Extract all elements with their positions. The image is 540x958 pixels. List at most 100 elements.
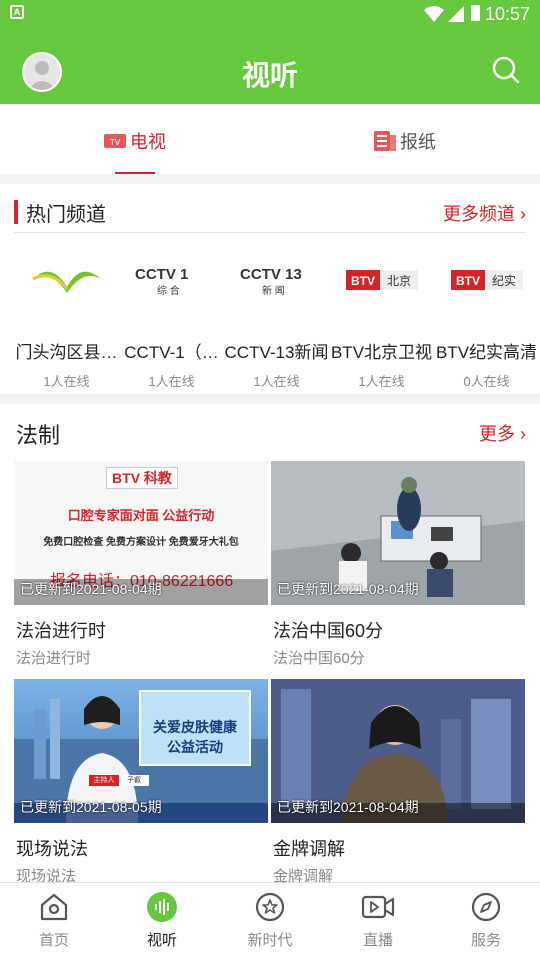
channel-item[interactable]: 门头沟区县… 1人在线 [14,260,119,390]
signal-icon [448,6,464,22]
channel-name: CCTV-1（… [124,343,219,362]
thumb-subline: 公益活动 [167,739,223,755]
video-camera-icon [361,895,395,919]
media-tabs: TV 电视 报纸 [0,104,540,174]
program-title: 金牌调解 [273,839,345,859]
more-law-link[interactable]: 更多 › [479,420,526,446]
logo-subtext: 新 闻 [262,284,285,297]
compass-icon [471,892,501,922]
thumb-subline: 免费口腔检查 免费方案设计 免费爱牙大礼包 [43,537,239,548]
update-label: 已更新到2021-08-04期 [277,581,419,597]
law-section-title: 法制 [16,423,61,448]
program-thumbnail: 已更新到2021-08-04期 [271,679,525,823]
logo-text: BTV [351,274,375,288]
logo-subtext: 纪实 [491,273,515,288]
cctv1-logo-icon: CCTV 1 综 合 [135,266,188,297]
more-channels-link[interactable]: 更多频道 › [443,200,526,226]
tab-newspaper[interactable]: 报纸 [270,104,540,174]
nav-audio-video-label: 视听 [146,932,177,949]
channel-item[interactable]: BTV 纪实 BTV纪实高清 0人在线 [434,260,539,390]
svg-text:TV: TV [110,138,121,147]
channel-item[interactable]: CCTV 13 新 闻 CCTV-13新闻 1人在线 [224,260,329,390]
thumb-headline: 关爱皮肤健康 [153,719,237,735]
channel-online-count: 1人在线 [148,374,195,389]
nav-home[interactable]: 首页 [0,883,108,958]
thumb-host-tag: 主持人 [93,777,115,784]
tab-tv[interactable]: TV 电视 [0,104,270,174]
nav-services[interactable]: 服务 [432,883,540,958]
status-time: 10:57 [484,4,530,24]
update-label: 已更新到2021-08-04期 [277,799,419,815]
nav-new-era-label: 新时代 [247,932,293,949]
app-header: 视听 [0,28,540,104]
channel-name: CCTV-13新闻 [224,343,329,362]
channel-name: BTV北京卫视 [330,343,433,362]
tab-newspaper-label: 报纸 [400,132,436,152]
newspaper-icon [374,131,396,151]
tab-indicator [115,172,155,174]
program-subtitle: 法治进行时 [16,650,92,667]
channel-online-count: 1人在线 [43,374,90,389]
channel-name: 门头沟区县… [15,343,118,362]
channel-online-count: 0人在线 [463,374,510,389]
logo-subtext: 综 合 [157,284,180,297]
star-circle-icon [255,892,285,922]
tab-tv-label: 电视 [130,132,166,152]
channel-item[interactable]: BTV 北京 BTV北京卫视 1人在线 [329,260,434,390]
status-bar: A 10:57 [0,0,540,28]
thumb-channel-tag: BTV 科教 [106,467,178,489]
search-icon[interactable] [492,56,520,84]
btv-documentary-logo-icon: BTV 纪实 [450,270,523,290]
nav-home-label: 首页 [38,932,69,949]
audio-wave-icon [147,892,177,922]
more-channels-label: 更多频道 [442,204,515,224]
app-notification-icon: A [10,5,24,19]
update-label: 已更新到2021-08-04期 [20,581,162,597]
chevron-right-icon: › [520,204,526,224]
page-title: 视听 [241,60,298,91]
program-title: 现场说法 [16,839,88,859]
channel-name: BTV纪实高清 [435,343,538,362]
channel-item[interactable]: CCTV 1 综 合 CCTV-1（… 1人在线 [119,260,224,390]
nav-new-era[interactable]: 新时代 [216,883,324,958]
more-law-label: 更多 [478,424,515,444]
divider [14,232,526,233]
wifi-icon [424,6,444,22]
program-card[interactable]: 关爱皮肤健康 公益活动 主持人 子叡 已更新到2021-08-05期 现场说法 … [14,679,268,886]
program-card[interactable]: 已更新到2021-08-04期 法治中国60分 法治中国60分 [271,461,525,668]
section-marker [14,200,18,224]
tv-icon: TV [104,134,126,148]
program-thumbnail: BTV 科教 口腔专家面对面 公益行动 免费口腔检查 免费方案设计 免费爱牙大礼… [14,461,268,605]
channel-online-count: 1人在线 [253,374,300,389]
nav-live-label: 直播 [362,932,393,949]
program-title: 法治进行时 [16,621,106,641]
hot-channels-title: 热门频道 [26,204,106,226]
program-title: 法治中国60分 [273,621,384,641]
btv-beijing-logo-icon: BTV 北京 [345,270,418,290]
program-subtitle: 法治中国60分 [273,650,365,667]
bottom-navigation: 首页 视听 新时代 直播 服务 [0,882,540,958]
program-card[interactable]: BTV 科教 口腔专家面对面 公益行动 免费口腔检查 免费方案设计 免费爱牙大礼… [14,461,268,668]
nav-services-label: 服务 [470,932,501,949]
channel-logo: CCTV 1 综 合 [119,260,224,300]
channel-logo: BTV 北京 [329,260,434,300]
thumb-host-name: 子叡 [127,777,141,784]
logo-text: CCTV 1 [135,266,188,283]
logo-text: CCTV 13 [240,266,302,283]
hot-channels-section: 热门频道 更多频道 › 门头沟区县… 1人在线 CCTV 1 综 合 CCTV-… [0,184,540,394]
logo-text: BTV [456,274,480,288]
nav-live[interactable]: 直播 [324,883,432,958]
update-label: 已更新到2021-08-05期 [20,799,162,815]
channel-logo: BTV 纪实 [434,260,539,300]
program-card[interactable]: 已更新到2021-08-04期 金牌调解 金牌调解 [271,679,525,886]
program-thumbnail: 关爱皮肤健康 公益活动 主持人 子叡 已更新到2021-08-05期 [14,679,268,823]
nav-audio-video[interactable]: 视听 [108,883,216,958]
channel-online-count: 1人在线 [358,374,405,389]
cctv13-logo-icon: CCTV 13 新 闻 [240,266,302,297]
home-icon [40,893,68,921]
thumb-headline: 口腔专家面对面 公益行动 [67,508,215,523]
channel-logo [14,260,119,300]
battery-icon [471,5,480,21]
chevron-right-icon: › [520,424,526,444]
mentougou-logo-icon [31,271,101,293]
